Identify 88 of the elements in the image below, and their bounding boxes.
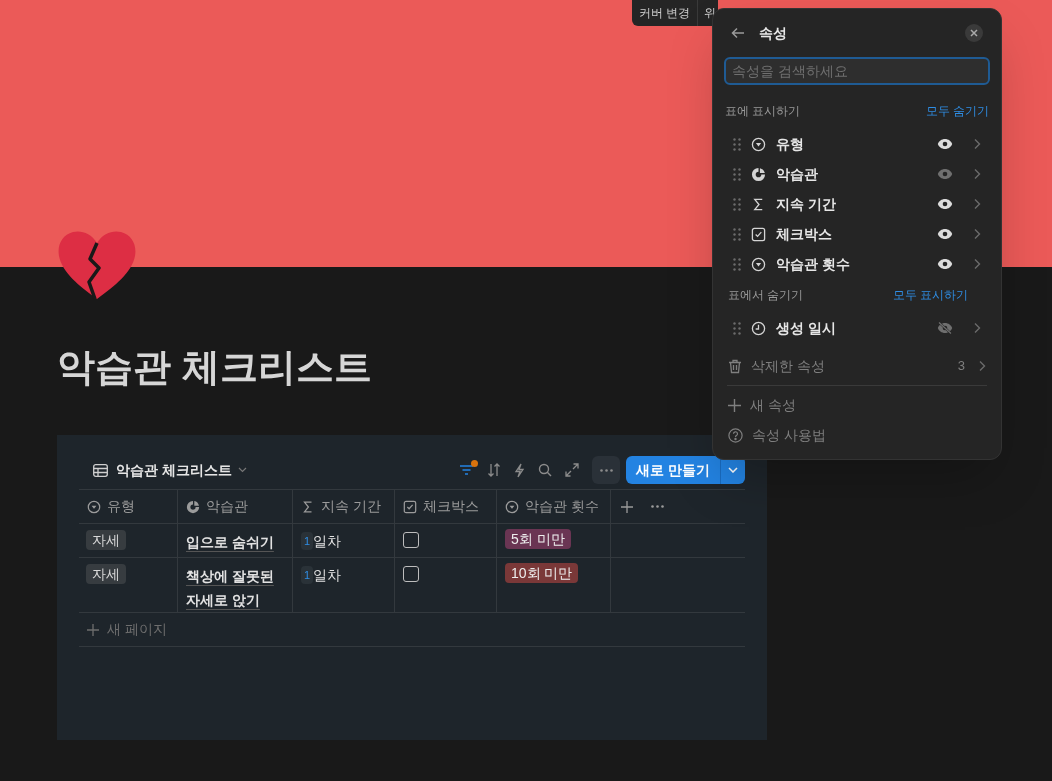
property-item[interactable]: 악습관 — [717, 159, 997, 189]
expand-icon[interactable] — [565, 463, 580, 477]
add-icon[interactable] — [87, 623, 99, 636]
close-button[interactable] — [965, 24, 983, 42]
property-label: 체크박스 — [776, 224, 833, 244]
broken-heart-icon — [57, 229, 137, 301]
chevron-right-icon[interactable] — [978, 360, 986, 372]
new-property-item[interactable]: 새 속성 — [717, 390, 997, 420]
drag-handle-icon[interactable] — [733, 137, 741, 151]
eye-icon[interactable] — [937, 138, 953, 150]
checkbox[interactable] — [403, 566, 419, 582]
panel-title: 속성 — [759, 23, 788, 43]
days-text: 일차 — [313, 532, 342, 550]
pie-icon — [751, 166, 766, 182]
property-label: 유형 — [776, 134, 805, 154]
more-icon — [599, 468, 613, 472]
type-tag: 자세 — [86, 564, 126, 584]
deleted-count: 3 — [957, 357, 965, 376]
drag-handle-icon[interactable] — [733, 321, 741, 335]
help-icon — [728, 427, 743, 443]
page-title[interactable]: 악습관 체크리스트 — [57, 343, 372, 391]
dropdown-circle-icon — [751, 256, 766, 272]
number-badge: 1 — [301, 566, 314, 584]
chevron-right-icon[interactable] — [973, 168, 981, 180]
property-label: 악습관 횟수 — [776, 254, 851, 274]
column-header[interactable]: 지속 기간 — [293, 490, 395, 523]
habit-link[interactable]: 책상에 잘못된 자세로 앉기 — [186, 564, 284, 612]
dropdown-circle-icon — [87, 499, 101, 514]
close-icon — [970, 29, 978, 37]
property-item[interactable]: 체크박스 — [717, 219, 997, 249]
property-label: 악습관 — [776, 164, 819, 184]
show-all-link[interactable]: 모두 표시하기 — [892, 286, 968, 304]
checkbox-icon — [403, 499, 417, 514]
drag-handle-icon[interactable] — [733, 257, 741, 271]
chevron-right-icon[interactable] — [973, 198, 981, 210]
property-item[interactable]: 악습관 횟수 — [717, 249, 997, 279]
count-tag: 10회 미만 — [505, 563, 579, 583]
add-icon — [728, 398, 741, 412]
chevron-right-icon[interactable] — [973, 258, 981, 270]
search-field[interactable]: 속성을 검색하세요 — [724, 57, 990, 85]
column-header[interactable]: 유형 — [79, 490, 178, 523]
drag-handle-icon[interactable] — [733, 227, 741, 241]
dropdown-circle-icon — [751, 136, 766, 152]
section-header: 표에서 숨기기 — [728, 287, 804, 304]
section-header: 표에 표시하기 — [725, 103, 801, 120]
more-icon[interactable] — [651, 505, 664, 508]
property-item[interactable]: 지속 기간 — [717, 189, 997, 219]
checkbox[interactable] — [403, 532, 419, 548]
sigma-icon — [301, 499, 315, 514]
eye-icon[interactable] — [937, 258, 953, 270]
back-arrow-icon[interactable] — [731, 27, 745, 39]
checkbox-icon — [751, 226, 766, 242]
view-title[interactable]: 악습관 체크리스트 — [116, 459, 232, 481]
eye-icon[interactable] — [937, 228, 953, 240]
column-header[interactable]: 체크박스 — [395, 490, 497, 523]
eye-icon[interactable] — [937, 198, 953, 210]
change-cover-button[interactable]: 커버 변경 — [632, 0, 699, 26]
type-tag: 자세 — [86, 530, 126, 550]
drag-handle-icon[interactable] — [733, 197, 741, 211]
property-label: 생성 일시 — [776, 318, 837, 338]
dropdown-circle-icon — [505, 499, 519, 514]
add-icon[interactable] — [621, 500, 633, 513]
property-item[interactable]: 유형 — [717, 129, 997, 159]
hide-all-link[interactable]: 모두 숨기기 — [925, 102, 989, 120]
clock-icon — [751, 320, 766, 336]
chevron-down-icon[interactable] — [237, 467, 247, 473]
sort-icon[interactable] — [487, 463, 502, 477]
pie-icon — [186, 499, 200, 514]
chevron-right-icon[interactable] — [973, 322, 981, 334]
count-tag: 5회 미만 — [505, 529, 571, 549]
table-icon — [93, 463, 108, 477]
help-item[interactable]: 속성 사용법 — [717, 420, 997, 450]
deleted-properties-item[interactable]: 삭제한 속성 3 — [717, 351, 997, 381]
column-header[interactable]: 악습관 횟수 — [497, 490, 611, 523]
drag-handle-icon[interactable] — [733, 167, 741, 181]
trash-icon — [728, 358, 742, 374]
property-item[interactable]: 생성 일시 — [717, 313, 997, 343]
habit-link[interactable]: 입으로 숨쉬기 — [186, 530, 274, 554]
property-label: 지속 기간 — [776, 194, 837, 214]
eye-off-icon[interactable] — [937, 322, 953, 334]
chevron-right-icon[interactable] — [973, 228, 981, 240]
chevron-right-icon[interactable] — [973, 138, 981, 150]
search-icon[interactable] — [538, 463, 553, 477]
days-text: 일차 — [313, 566, 342, 584]
number-badge: 1 — [301, 532, 314, 550]
column-header[interactable]: 악습관 — [178, 490, 293, 523]
lightning-icon[interactable] — [514, 462, 526, 478]
more-button[interactable] — [592, 456, 621, 484]
